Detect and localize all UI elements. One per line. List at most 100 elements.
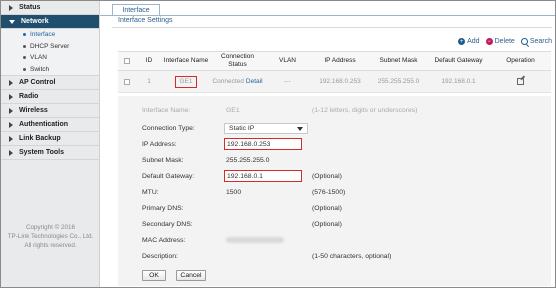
add-button[interactable]: + Add xyxy=(458,38,480,45)
connection-type-label: Connection Type: xyxy=(142,124,195,132)
description-hint: (1-50 characters, optional) xyxy=(312,252,392,260)
connection-type-select[interactable]: Static IP xyxy=(224,122,308,134)
expand-arrow-icon xyxy=(9,149,13,156)
form-row-interface-name: Interface Name: GE1 (1-12 letters, digit… xyxy=(118,103,551,117)
table-row[interactable]: 1 GE1 Connected Detail --- 192.168.0.253… xyxy=(118,71,551,93)
sidebar-item-system-tools[interactable]: System Tools xyxy=(1,146,99,160)
interface-table: ID Interface Name Connection Status VLAN… xyxy=(118,51,551,93)
description-label: Description: xyxy=(142,252,178,260)
sidebar: Status Network Interface DHCP Server VLA… xyxy=(1,1,100,287)
interface-name-field: GE1 xyxy=(226,106,240,114)
row-interface-name: GE1 xyxy=(175,75,197,88)
secondary-dns-label: Secondary DNS: xyxy=(142,220,193,228)
expand-arrow-icon xyxy=(9,121,13,128)
header-interface-name: Interface Name xyxy=(163,57,209,64)
mtu-label: MTU: xyxy=(142,188,159,196)
sidebar-subitem-vlan[interactable]: VLAN xyxy=(1,52,99,64)
bullet-icon xyxy=(23,33,26,37)
secondary-dns-hint: (Optional) xyxy=(312,220,342,228)
sidebar-item-link-backup[interactable]: Link Backup xyxy=(1,132,99,146)
row-vlan: --- xyxy=(284,77,291,85)
row-operation-cell xyxy=(490,71,551,92)
mtu-field[interactable]: 1500 xyxy=(226,189,241,196)
expand-arrow-icon xyxy=(9,79,13,86)
mtu-hint: (576-1500) xyxy=(312,188,346,196)
search-button[interactable]: Search xyxy=(520,38,552,45)
form-row-description: Description: (1-50 characters, optional) xyxy=(118,249,551,263)
tab-divider xyxy=(100,15,555,16)
bullet-icon xyxy=(23,44,26,48)
subtitle-divider xyxy=(112,27,552,28)
expand-arrow-icon xyxy=(9,93,13,100)
expand-arrow-icon xyxy=(9,135,13,142)
row-ip-address: 192.168.0.253 xyxy=(319,77,361,85)
page-subtitle: Interface Settings xyxy=(118,17,173,24)
header-operation: Operation xyxy=(506,57,535,64)
bullet-icon xyxy=(23,67,26,71)
delete-button[interactable]: − Delete xyxy=(485,38,515,45)
search-icon xyxy=(520,38,528,45)
row-checkbox[interactable] xyxy=(124,78,130,85)
row-connection-cell: Connected Detail xyxy=(210,71,265,92)
row-default-gateway: 192.168.0.1 xyxy=(441,77,476,85)
sidebar-item-wireless[interactable]: Wireless xyxy=(1,104,99,118)
minus-icon: − xyxy=(485,38,493,45)
form-row-secondary-dns: Secondary DNS: (Optional) xyxy=(118,217,551,231)
sidebar-item-status[interactable]: Status xyxy=(1,1,99,15)
expand-arrow-icon xyxy=(9,107,13,114)
ip-address-field[interactable]: 192.168.0.253 xyxy=(224,138,302,150)
select-all-checkbox[interactable] xyxy=(124,58,130,64)
sidebar-subitem-dhcp-server[interactable]: DHCP Server xyxy=(1,41,99,53)
sidebar-subitem-switch[interactable]: Switch xyxy=(1,64,99,76)
form-row-primary-dns: Primary DNS: (Optional) xyxy=(118,201,551,215)
form-row-subnet-mask: Subnet Mask: 255.255.255.0 xyxy=(118,153,551,167)
default-gateway-hint: (Optional) xyxy=(312,172,342,180)
row-subnet-mask: 255.255.255.0 xyxy=(377,77,420,85)
collapse-arrow-icon xyxy=(9,19,15,24)
header-connection-status: Connection Status xyxy=(221,53,254,68)
sidebar-subitem-interface[interactable]: Interface xyxy=(1,29,99,41)
sidebar-item-ap-control[interactable]: AP Control xyxy=(1,76,99,90)
interface-edit-form: Interface Name: GE1 (1-12 letters, digit… xyxy=(118,96,551,286)
select-all-cell xyxy=(118,52,136,70)
sidebar-item-radio[interactable]: Radio xyxy=(1,90,99,104)
primary-dns-hint: (Optional) xyxy=(312,204,342,212)
default-gateway-field[interactable]: 192.168.0.1 xyxy=(224,170,302,182)
row-connection-status: Connected xyxy=(212,77,244,85)
form-row-mtu: MTU: 1500 (576-1500) xyxy=(118,185,551,199)
detail-link[interactable]: Detail xyxy=(246,78,263,86)
header-default-gateway: Default Gateway xyxy=(434,57,483,64)
sidebar-item-network[interactable]: Network xyxy=(1,15,99,29)
plus-icon: + xyxy=(458,38,466,45)
cancel-button[interactable]: Cancel xyxy=(176,270,206,281)
header-vlan: VLAN xyxy=(279,57,296,64)
form-row-mac-address: MAC Address: xyxy=(118,233,551,247)
subnet-mask-label: Subnet Mask: xyxy=(142,156,184,164)
table-actions: + Add − Delete Search xyxy=(458,38,552,45)
sidebar-item-authentication[interactable]: Authentication xyxy=(1,118,99,132)
interface-name-label: Interface Name: xyxy=(142,106,191,114)
table-header: ID Interface Name Connection Status VLAN… xyxy=(118,51,551,71)
network-submenu: Interface DHCP Server VLAN Switch xyxy=(1,29,99,76)
header-subnet-mask: Subnet Mask xyxy=(379,57,418,64)
mac-address-label: MAC Address: xyxy=(142,236,186,244)
chevron-down-icon xyxy=(297,126,303,131)
header-ip-address: IP Address xyxy=(324,57,356,64)
form-row-connection-type: Connection Type: Static IP xyxy=(118,121,551,135)
form-row-ip-address: IP Address: 192.168.0.253 xyxy=(118,137,551,151)
row-name-cell: GE1 xyxy=(162,71,210,92)
edit-icon[interactable] xyxy=(517,78,524,85)
form-row-default-gateway: Default Gateway: 192.168.0.1 (Optional) xyxy=(118,169,551,183)
interface-name-hint: (1-12 letters, digits or underscores) xyxy=(312,106,418,114)
primary-dns-label: Primary DNS: xyxy=(142,204,184,212)
row-select-cell xyxy=(118,71,136,92)
copyright: Copyright © 2016 TP-Link Technologies Co… xyxy=(7,224,94,249)
header-id: ID xyxy=(145,57,153,64)
row-id: 1 xyxy=(147,77,151,85)
expand-arrow-icon xyxy=(9,4,13,11)
bullet-icon xyxy=(23,56,26,60)
mac-address-redacted xyxy=(226,237,284,243)
subnet-mask-field[interactable]: 255.255.255.0 xyxy=(226,157,269,164)
ip-address-label: IP Address: xyxy=(142,140,177,148)
ok-button[interactable]: OK xyxy=(142,270,166,281)
